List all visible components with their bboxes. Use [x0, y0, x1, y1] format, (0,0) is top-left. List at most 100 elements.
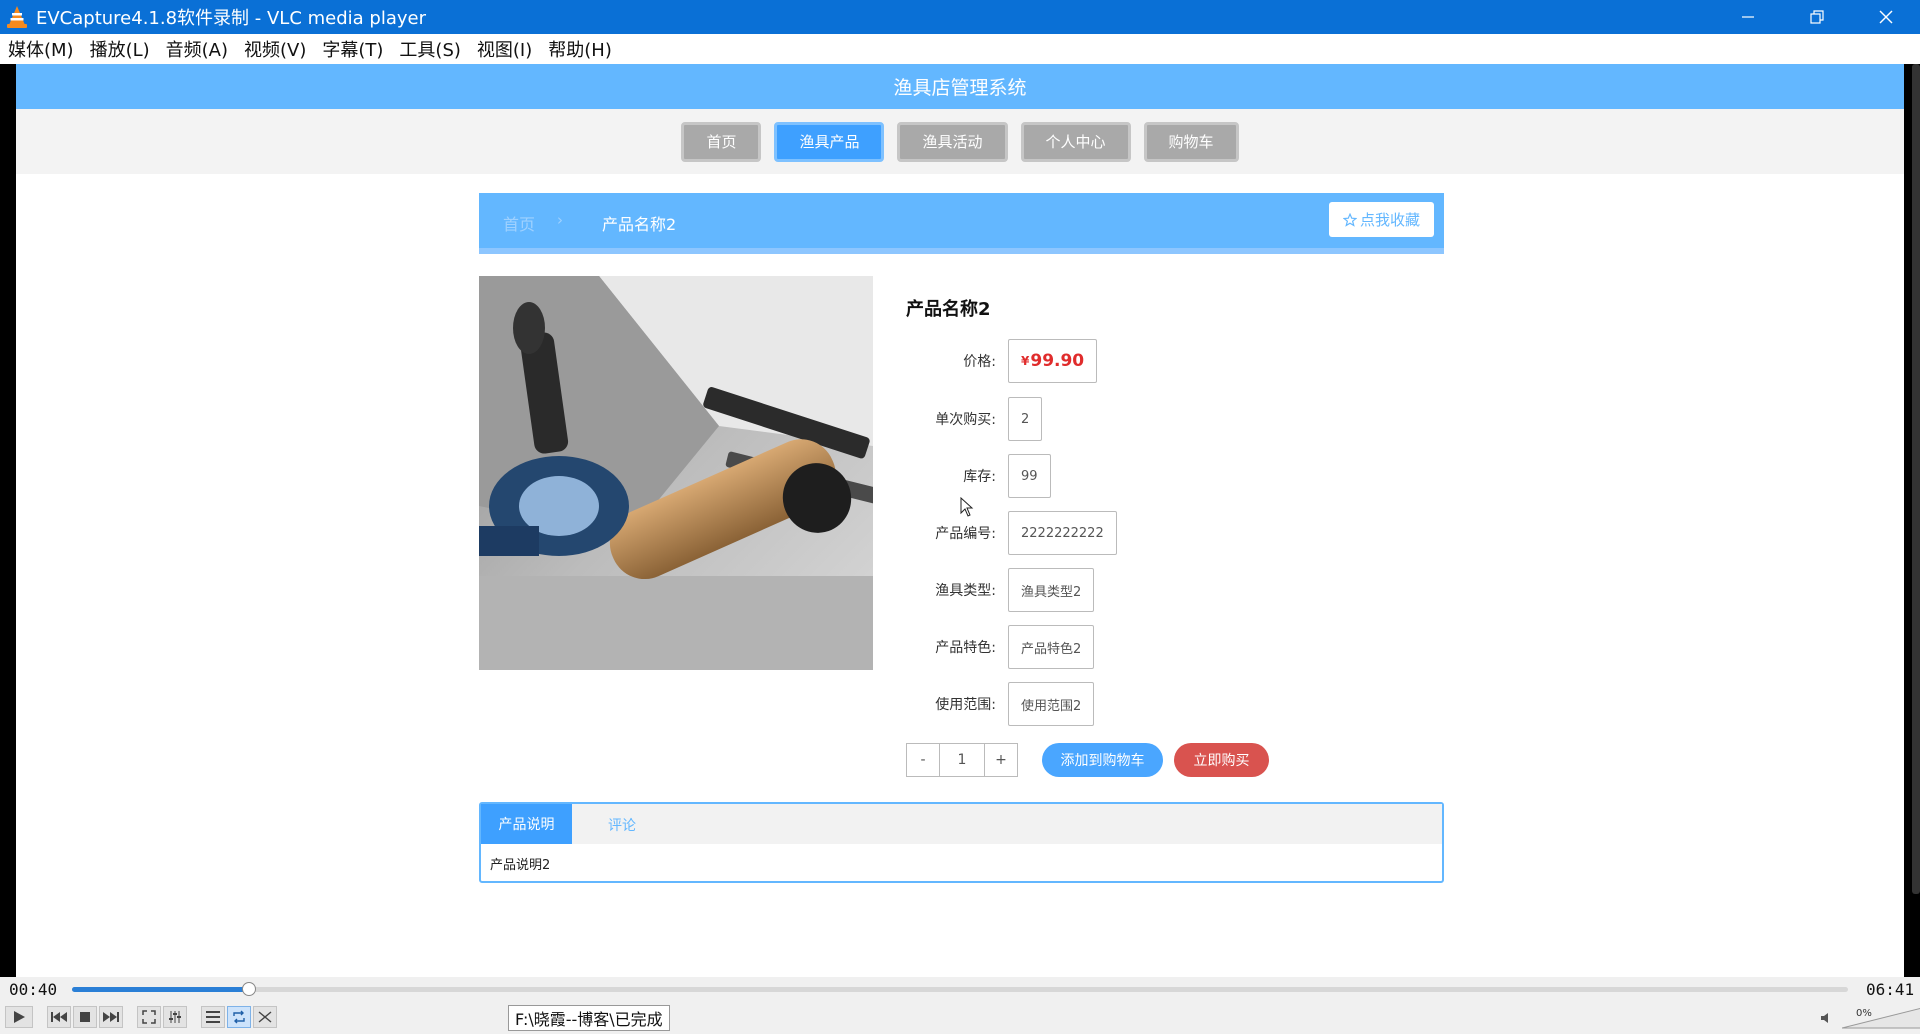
- favorite-button[interactable]: 点我收藏: [1329, 202, 1434, 237]
- field-label: 产品特色:: [935, 640, 996, 656]
- star-icon: [1342, 212, 1357, 227]
- close-icon: [1879, 10, 1892, 24]
- nav-activities[interactable]: 渔具活动: [897, 121, 1008, 162]
- player-controls: F:\晓霞--博客\已完成 0%: [0, 1001, 1920, 1034]
- menu-playback[interactable]: 播放(L): [90, 36, 150, 62]
- shuffle-button[interactable]: [253, 1006, 277, 1028]
- tab-description[interactable]: 产品说明: [481, 804, 572, 844]
- field-value: 99: [1008, 454, 1051, 498]
- fullscreen-icon: [142, 1010, 156, 1024]
- window-titlebar: EVCapture4.1.8软件录制 - VLC media player: [0, 0, 1920, 34]
- field-price: 价格: ¥ 99.90: [906, 339, 1098, 383]
- volume-level: 0%: [1856, 1008, 1872, 1019]
- tab-comments[interactable]: 评论: [608, 815, 636, 835]
- menu-bar: 媒体(M) 播放(L) 音频(A) 视频(V) 字幕(T) 工具(S) 视图(I…: [0, 34, 1920, 64]
- minimize-icon: [1741, 16, 1754, 18]
- stop-icon: [80, 1012, 90, 1022]
- status-path: F:\晓霞--博客\已完成: [508, 1005, 670, 1031]
- field-value: 2222222222: [1008, 511, 1117, 555]
- breadcrumb-home[interactable]: 首页: [503, 211, 535, 235]
- quantity-increment-button[interactable]: +: [984, 743, 1018, 777]
- tab-content: 产品说明2: [490, 858, 551, 873]
- playlist-icon: [206, 1011, 220, 1023]
- web-scrollbar[interactable]: [1912, 64, 1920, 894]
- play-icon: [14, 1011, 25, 1023]
- next-icon: [103, 1012, 119, 1022]
- field-value: 2: [1008, 397, 1043, 441]
- loop-button[interactable]: [227, 1006, 251, 1028]
- seek-bar[interactable]: [72, 982, 1848, 996]
- total-time: 06:41: [1866, 980, 1915, 999]
- nav-profile[interactable]: 个人中心: [1020, 121, 1131, 162]
- price-value: ¥ 99.90: [1008, 339, 1098, 383]
- add-to-cart-button[interactable]: 添加到购物车: [1042, 743, 1163, 777]
- nav-home[interactable]: 首页: [681, 121, 762, 162]
- field-value: 产品特色2: [1008, 625, 1095, 669]
- field-label: 单次购买:: [935, 412, 996, 428]
- field-per-purchase: 单次购买: 2: [906, 397, 1043, 441]
- seek-progress: [72, 987, 250, 992]
- field-value: 渔具类型2: [1008, 568, 1095, 612]
- field-label: 渔具类型:: [935, 583, 996, 599]
- menu-audio[interactable]: 音频(A): [166, 36, 228, 62]
- vlc-cone-icon: [6, 5, 28, 29]
- menu-subtitle[interactable]: 字幕(T): [322, 36, 383, 62]
- seek-handle[interactable]: [242, 982, 257, 996]
- play-button[interactable]: [5, 1006, 33, 1028]
- menu-view[interactable]: 视图(I): [477, 36, 532, 62]
- quantity-input[interactable]: 1: [940, 743, 984, 777]
- previous-icon: [51, 1012, 67, 1022]
- product-image: [479, 276, 873, 670]
- extended-settings-button[interactable]: [163, 1006, 187, 1028]
- field-label: 价格:: [963, 354, 996, 370]
- field-label: 库存:: [963, 469, 996, 485]
- fullscreen-button[interactable]: [137, 1006, 161, 1028]
- recorded-web-page: 渔具店管理系统 首页 渔具产品 渔具活动 个人中心 购物车 首页 › 产品名称2…: [16, 64, 1904, 977]
- window-title: EVCapture4.1.8软件录制 - VLC media player: [36, 8, 426, 29]
- site-nav: 首页 渔具产品 渔具活动 个人中心 购物车: [16, 109, 1904, 174]
- video-area[interactable]: 渔具店管理系统 首页 渔具产品 渔具活动 个人中心 购物车 首页 › 产品名称2…: [0, 64, 1920, 977]
- field-product-code: 产品编号: 2222222222: [906, 511, 1117, 555]
- breadcrumb: 首页 › 产品名称2 点我收藏: [479, 193, 1444, 254]
- playlist-button[interactable]: [201, 1006, 225, 1028]
- detail-tabs: 产品说明 评论 产品说明2: [479, 802, 1444, 883]
- minimize-button[interactable]: [1713, 0, 1782, 34]
- site-header: 渔具店管理系统: [16, 64, 1904, 109]
- field-feature: 产品特色: 产品特色2: [906, 625, 1095, 669]
- field-label: 产品编号:: [935, 526, 996, 542]
- breadcrumb-current: 产品名称2: [602, 215, 677, 234]
- volume-slider[interactable]: [1842, 1007, 1920, 1029]
- quantity-stepper: - 1 +: [906, 743, 1018, 777]
- field-value: 使用范围2: [1008, 682, 1095, 726]
- nav-cart[interactable]: 购物车: [1143, 121, 1239, 162]
- loop-icon: [233, 1010, 245, 1024]
- equalizer-icon: [169, 1011, 181, 1023]
- quantity-decrement-button[interactable]: -: [906, 743, 940, 777]
- restore-button[interactable]: [1782, 0, 1851, 34]
- menu-media[interactable]: 媒体(M): [8, 36, 74, 62]
- elapsed-time: 00:40: [9, 980, 58, 999]
- mouse-cursor-icon: [960, 497, 974, 517]
- menu-help[interactable]: 帮助(H): [548, 36, 612, 62]
- menu-tools[interactable]: 工具(S): [399, 36, 460, 62]
- buy-now-button[interactable]: 立即购买: [1174, 743, 1269, 777]
- next-button[interactable]: [99, 1006, 123, 1028]
- stop-button[interactable]: [73, 1006, 97, 1028]
- price-amount: 99.90: [1030, 351, 1085, 371]
- field-tackle-type: 渔具类型: 渔具类型2: [906, 568, 1095, 612]
- close-button[interactable]: [1851, 0, 1920, 34]
- speaker-icon[interactable]: [1820, 1012, 1834, 1024]
- previous-button[interactable]: [47, 1006, 71, 1028]
- nav-products[interactable]: 渔具产品: [774, 121, 885, 162]
- favorite-label: 点我收藏: [1359, 211, 1420, 229]
- currency-symbol: ¥: [1021, 354, 1030, 368]
- tab-header: 产品说明 评论: [481, 804, 1442, 844]
- product-name: 产品名称2: [906, 299, 991, 320]
- field-label: 使用范围:: [935, 697, 996, 713]
- seek-row: 00:40 06:41: [0, 977, 1920, 1001]
- breadcrumb-underline: [479, 248, 1444, 254]
- field-stock: 库存: 99: [906, 454, 1051, 498]
- restore-icon: [1809, 10, 1824, 24]
- shuffle-icon: [258, 1011, 272, 1023]
- menu-video[interactable]: 视频(V): [244, 36, 306, 62]
